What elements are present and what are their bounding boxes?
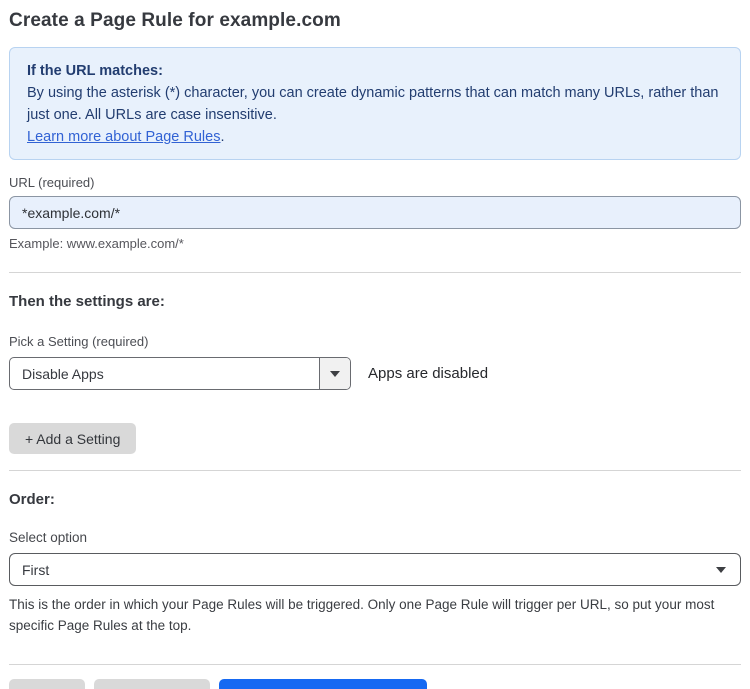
caret-down-icon xyxy=(330,370,340,377)
save-and-deploy-button[interactable]: Save and Deploy Page Rule xyxy=(219,679,428,689)
order-select-label: Select option xyxy=(9,530,88,545)
caret-down-icon xyxy=(716,566,726,573)
setting-dropdown-value: Disable Apps xyxy=(22,365,104,382)
cancel-button[interactable]: Cancel xyxy=(9,679,85,689)
url-input[interactable] xyxy=(9,196,741,229)
url-match-info-box: If the URL matches: By using the asteris… xyxy=(9,47,741,160)
setting-status-text: Apps are disabled xyxy=(368,365,489,382)
setting-dropdown-caret-button[interactable] xyxy=(319,358,350,389)
footer-divider xyxy=(9,664,741,665)
order-section-heading: Order: xyxy=(9,491,55,508)
url-label: URL (required) xyxy=(9,175,95,190)
add-setting-button[interactable]: + Add a Setting xyxy=(9,423,137,454)
learn-more-link[interactable]: Learn more about Page Rules xyxy=(27,129,220,145)
link-suffix: . xyxy=(220,129,225,145)
info-box-body: By using the asterisk (*) character, you… xyxy=(27,85,719,123)
pick-setting-label: Pick a Setting (required) xyxy=(9,334,149,349)
footer-button-bar: Cancel Save as Draft Save and Deploy Pag… xyxy=(9,679,741,689)
section-divider xyxy=(9,272,741,273)
section-divider xyxy=(9,470,741,471)
info-box-heading: If the URL matches: xyxy=(27,63,163,79)
order-select[interactable]: First xyxy=(9,553,741,586)
save-as-draft-button[interactable]: Save as Draft xyxy=(93,679,211,689)
info-box-link-line: Learn more about Page Rules. xyxy=(27,126,723,148)
create-page-rule-panel: Create a Page Rule for example.com If th… xyxy=(0,0,750,689)
url-helper-text: Example: www.example.com/* xyxy=(9,236,184,251)
order-select-value: First xyxy=(22,561,50,578)
page-title: Create a Page Rule for example.com xyxy=(9,10,341,31)
settings-section-heading: Then the settings are: xyxy=(9,293,165,310)
order-helper-text: This is the order in which your Page Rul… xyxy=(9,597,715,633)
setting-dropdown[interactable]: Disable Apps xyxy=(9,357,351,390)
setting-row: Disable Apps Apps are disabled xyxy=(9,357,741,390)
